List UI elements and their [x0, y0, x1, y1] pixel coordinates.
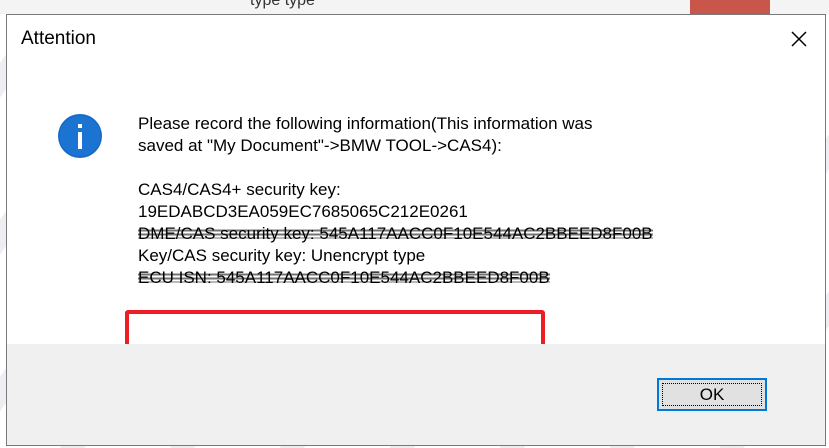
ecu-isn-text: ECU ISN: 545A117AACC0F10E544AC2BBEED8F00…: [138, 268, 550, 287]
dialog-content: Please record the following information(…: [7, 67, 825, 362]
cas-key-value: 19EDABCD3EA059EC7685065C212E0261: [138, 202, 468, 221]
close-icon: [791, 31, 807, 47]
message-body: Please record the following information(…: [138, 113, 818, 289]
attention-dialog: Attention Please record the following in…: [6, 14, 826, 446]
dme-key-line: DME/CAS security key: 545A117AACC0F10E54…: [138, 223, 818, 245]
message-intro-line-2: saved at "My Document"->BMW TOOL->CAS4):: [138, 136, 502, 155]
dialog-title: Attention: [21, 28, 96, 49]
info-icon: [58, 114, 102, 158]
dialog-footer: OK: [7, 344, 825, 445]
background-partial-strip: type type: [0, 0, 829, 14]
background-red-accent: [690, 0, 770, 14]
cas-key-label: CAS4/CAS4+ security key:: [138, 180, 341, 199]
ecu-isn-line: ECU ISN: 545A117AACC0F10E544AC2BBEED8F00…: [138, 267, 818, 289]
ok-button-label: OK: [699, 384, 725, 404]
dialog-titlebar: Attention: [7, 15, 825, 67]
close-button[interactable]: [777, 19, 821, 59]
ok-button[interactable]: OK: [657, 378, 767, 411]
message-intro-line-1: Please record the following information(…: [138, 114, 593, 133]
background-partial-text: type type: [250, 0, 315, 9]
key-cas-line: Key/CAS security key: Unencrypt type: [138, 246, 426, 265]
dme-key-text: DME/CAS security key: 545A117AACC0F10E54…: [138, 224, 653, 243]
